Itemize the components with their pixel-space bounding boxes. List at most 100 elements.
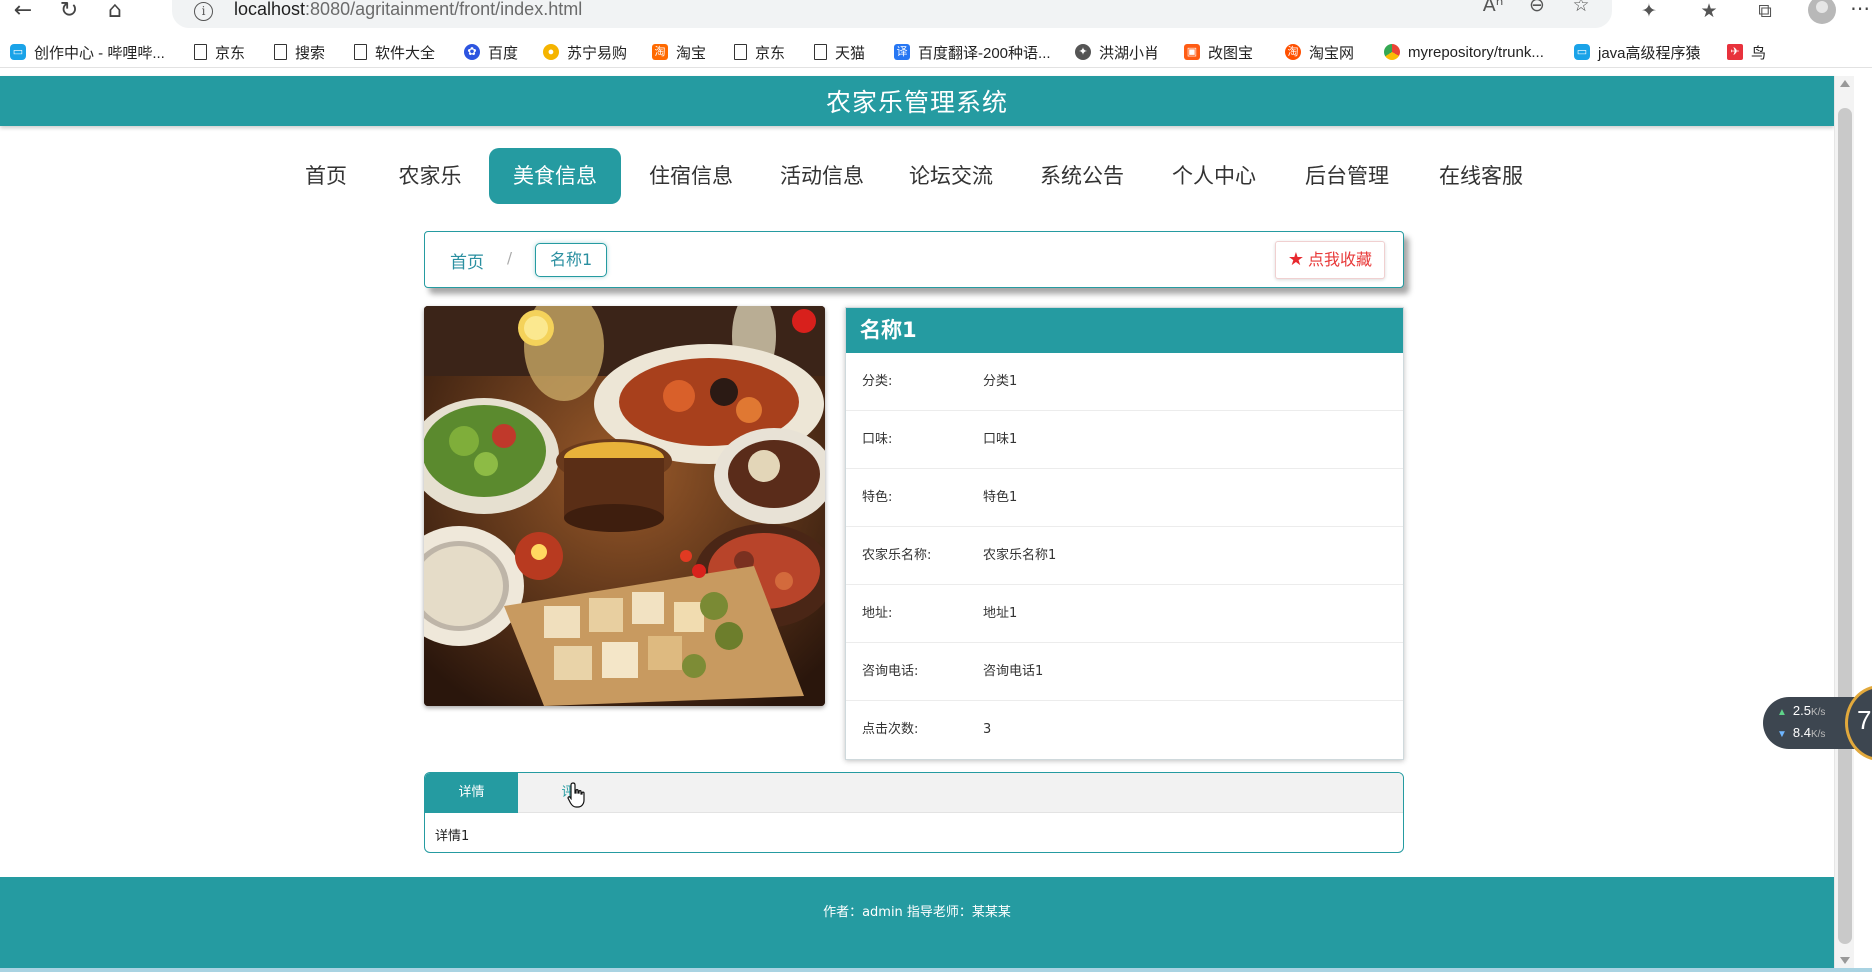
address-bar[interactable]: i localhost:8080/agritainment/front/inde… — [172, 0, 1612, 28]
profile-avatar[interactable] — [1808, 0, 1836, 24]
detail-key: 口味: — [862, 432, 893, 447]
detail-key: 咨询电话: — [862, 664, 919, 679]
translate-icon: 译 — [894, 44, 910, 60]
taobao-icon: 淘 — [652, 44, 668, 60]
tab-details[interactable]: 详情 — [425, 773, 518, 813]
breadcrumb-home[interactable]: 首页 — [450, 248, 484, 273]
favorite-button[interactable]: ★ 点我收藏 — [1274, 241, 1385, 279]
nav-item-forum[interactable]: 论坛交流 — [905, 148, 997, 204]
main-nav: 首页 农家乐 美食信息 住宿信息 活动信息 论坛交流 系统公告 个人中心 后台管… — [0, 148, 1834, 204]
nav-item-notice[interactable]: 系统公告 — [1036, 148, 1128, 204]
nav-item-farmstay[interactable]: 农家乐 — [390, 148, 470, 204]
taobao-icon: 淘 — [1285, 44, 1301, 60]
detail-row-category: 分类: 分类1 — [846, 353, 1403, 411]
bookmark-item[interactable]: 京东 — [194, 41, 245, 63]
favorites-icon[interactable]: ★ — [1696, 0, 1722, 24]
breadcrumb: 首页 / 名称1 ★ 点我收藏 — [424, 231, 1404, 288]
tab-content: 详情1 — [435, 829, 470, 844]
bookmark-item[interactable]: 软件大全 — [354, 41, 435, 63]
detail-value: 农家乐名称1 — [983, 548, 1057, 563]
bookmark-item[interactable]: ✿ 百度 — [464, 41, 518, 63]
favorite-label: 点我收藏 — [1307, 250, 1372, 269]
bookmark-item[interactable]: 译百度翻译-200种语... — [894, 41, 1051, 63]
site-header: 农家乐管理系统 — [0, 76, 1834, 126]
side-strip — [1854, 76, 1872, 972]
reload-icon[interactable]: ↻ — [57, 0, 81, 24]
upload-speed: ▲ 2.5K/s — [1777, 703, 1826, 718]
gaitubao-icon: ▣ — [1184, 44, 1200, 60]
url-text[interactable]: localhost:8080/agritainment/front/index.… — [234, 0, 582, 20]
detail-row-taste: 口味: 口味1 — [846, 411, 1403, 469]
detail-title: 名称1 — [846, 308, 1403, 353]
detail-panel: 名称1 分类: 分类1 口味: 口味1 特色: 特色1 农家乐名称: 农家乐名称… — [845, 307, 1404, 760]
detail-key: 地址: — [862, 606, 893, 621]
nav-item-activity[interactable]: 活动信息 — [776, 148, 868, 204]
food-photo — [424, 306, 825, 706]
detail-value: 特色1 — [983, 490, 1018, 505]
detail-key: 点击次数: — [862, 722, 919, 737]
nav-item-home[interactable]: 首页 — [298, 148, 354, 204]
nav-item-admin[interactable]: 后台管理 — [1300, 148, 1394, 204]
download-arrow-icon: ▼ — [1777, 729, 1787, 740]
detail-key: 农家乐名称: — [862, 548, 932, 563]
bookmark-item[interactable]: ▣ 改图宝 — [1184, 41, 1253, 63]
more-icon[interactable]: ⋯ — [1850, 0, 1870, 20]
scroll-thumb[interactable] — [1838, 108, 1852, 944]
detail-row-feature: 特色: 特色1 — [846, 469, 1403, 527]
nav-item-food[interactable]: 美食信息 — [489, 148, 621, 204]
upload-arrow-icon: ▲ — [1777, 707, 1787, 718]
bookmark-item[interactable]: ▭ java高级程序猿 — [1574, 41, 1701, 63]
page-icon — [734, 44, 747, 60]
badge-number: 7 — [1857, 705, 1872, 735]
site-title: 农家乐管理系统 — [825, 88, 1008, 117]
extensions-icon[interactable]: ✦ — [1636, 0, 1662, 24]
home-icon[interactable]: ⌂ — [103, 0, 127, 24]
hh-icon: ✦ — [1075, 44, 1091, 60]
nav-item-profile[interactable]: 个人中心 — [1167, 148, 1261, 204]
bird-icon: ✈ — [1727, 44, 1743, 60]
detail-value: 咨询电话1 — [983, 664, 1044, 679]
scroll-down-arrow[interactable] — [1840, 957, 1850, 964]
bookmark-item[interactable]: ✦ 洪湖小肖 — [1075, 41, 1159, 63]
add-favorite-icon[interactable]: ☆ — [1568, 0, 1594, 18]
bookmark-item[interactable]: ● 苏宁易购 — [543, 41, 627, 63]
network-speed-widget[interactable]: ▲ 2.5K/s ▼ 8.4K/s 7 — [1763, 685, 1872, 761]
nav-item-lodging[interactable]: 住宿信息 — [645, 148, 737, 204]
bookmark-item[interactable]: 京东 — [734, 41, 785, 63]
detail-row-address: 地址: 地址1 — [846, 585, 1403, 643]
bookmark-item[interactable]: 搜索 — [274, 41, 325, 63]
breadcrumb-separator: / — [507, 249, 513, 267]
detail-row-clicks: 点击次数: 3 — [846, 701, 1403, 759]
zoom-icon[interactable]: ⊖ — [1524, 0, 1550, 18]
page-scrollbar[interactable] — [1834, 76, 1854, 972]
bookmark-item[interactable]: ▭ 创作中心 - 哔哩哔... — [10, 41, 165, 63]
food-photo-illustration — [424, 306, 825, 706]
page-icon — [814, 44, 827, 60]
back-arrow-icon[interactable]: ← — [11, 0, 35, 24]
hand-cursor-icon — [567, 782, 585, 808]
download-speed: ▼ 8.4K/s — [1777, 725, 1826, 740]
chrome-icon — [1384, 44, 1400, 60]
bookmark-item[interactable]: 天猫 — [814, 41, 865, 63]
bookmark-item[interactable]: ✈ 鸟 — [1727, 41, 1766, 63]
bookmark-item[interactable]: 淘淘宝网 — [1285, 41, 1354, 63]
detail-row-phone: 咨询电话: 咨询电话1 — [846, 643, 1403, 701]
bookmark-item[interactable]: 淘淘宝 — [652, 41, 706, 63]
breadcrumb-current[interactable]: 名称1 — [535, 243, 608, 277]
detail-key: 分类: — [862, 374, 893, 389]
page-icon — [194, 44, 207, 60]
read-aloud-icon[interactable]: Aⁿ — [1480, 0, 1506, 18]
bilibili-icon: ▭ — [10, 44, 26, 60]
collections-icon[interactable]: ⧉ — [1752, 0, 1778, 24]
detail-value: 地址1 — [983, 606, 1018, 621]
page-icon — [274, 44, 287, 60]
suning-icon: ● — [543, 44, 559, 60]
site-footer: 作者：admin 指导老师：某某某 — [0, 877, 1834, 968]
detail-value: 3 — [983, 722, 992, 737]
scroll-up-arrow[interactable] — [1840, 80, 1850, 87]
detail-value: 分类1 — [983, 374, 1018, 389]
detail-key: 特色: — [862, 490, 893, 505]
nav-item-service[interactable]: 在线客服 — [1434, 148, 1528, 204]
site-info-icon[interactable]: i — [194, 2, 213, 21]
bookmark-item[interactable]: myrepository/trunk... — [1384, 41, 1544, 63]
